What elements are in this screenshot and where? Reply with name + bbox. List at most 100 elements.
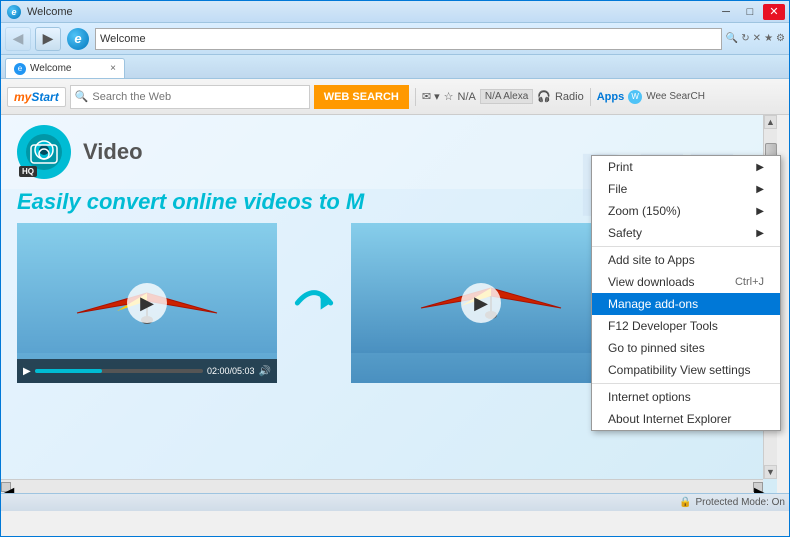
tab-bar: e Welcome × xyxy=(1,55,789,79)
toolbar-separator-2 xyxy=(590,88,591,106)
headphones-icon[interactable]: 🎧 xyxy=(537,90,551,103)
refresh-icon[interactable]: ↻ xyxy=(741,33,749,44)
menu-item-pinned-label: Go to pinned sites xyxy=(608,341,764,355)
scroll-up-button[interactable]: ▲ xyxy=(764,115,777,129)
scroll-right-button[interactable]: ▶ xyxy=(753,482,763,492)
tab-label: Welcome xyxy=(30,63,72,74)
video-label: Video xyxy=(83,139,143,165)
mystart-logo: myStart xyxy=(7,87,66,107)
menu-item-options-label: Internet options xyxy=(608,390,764,404)
mystart-my: my xyxy=(14,90,31,104)
menu-arrow-print: ▶ xyxy=(756,162,764,173)
home-icon[interactable]: ★ xyxy=(764,33,773,44)
content-wrapper: P77 HQ Video xyxy=(1,115,789,493)
arrow-graphic xyxy=(289,223,339,383)
hq-icon-container: HQ xyxy=(17,125,71,179)
status-bar-right: 🔒 Protected Mode: On xyxy=(679,497,785,508)
volume-icon[interactable]: 🔊 xyxy=(259,366,271,377)
status-zoom: 🔒 xyxy=(679,497,691,508)
menu-arrow-zoom: ▶ xyxy=(756,206,764,217)
stop-icon[interactable]: ✕ xyxy=(753,33,761,44)
progress-bar-fill-1 xyxy=(35,369,102,373)
menu-item-f12[interactable]: F12 Developer Tools xyxy=(592,315,780,337)
menu-item-f12-label: F12 Developer Tools xyxy=(608,319,764,333)
apps-label: Apps xyxy=(597,91,625,103)
search-small-icon[interactable]: 🔍 xyxy=(726,33,738,44)
nav-bar: ◀ ▶ e Welcome 🔍 ↻ ✕ ★ ⚙ xyxy=(1,23,789,55)
status-protected: Protected Mode: On xyxy=(696,497,786,508)
menu-item-safety[interactable]: Safety ▶ xyxy=(592,222,780,244)
play-button-2[interactable]: ▶ xyxy=(461,283,501,323)
menu-item-manage-addons[interactable]: Manage add-ons xyxy=(592,293,780,315)
menu-item-file-label: File xyxy=(608,182,752,196)
menu-item-zoom-label: Zoom (150%) xyxy=(608,204,752,218)
alexa-na: N/A xyxy=(485,91,501,102)
menu-item-add-site-label: Add site to Apps xyxy=(608,253,764,267)
close-button[interactable]: ✕ xyxy=(763,4,785,20)
tab-favicon-icon: e xyxy=(14,63,26,75)
menu-item-safety-label: Safety xyxy=(608,226,752,240)
time-display-1: 02:00/05:03 xyxy=(207,366,255,376)
menu-item-downloads-label: View downloads xyxy=(608,275,727,289)
search-box: 🔍 xyxy=(70,85,310,109)
window-frame: e Welcome ─ □ ✕ ◀ ▶ e Welcome 🔍 ↻ ✕ ★ ⚙ … xyxy=(0,0,790,537)
status-bar: 🔒 Protected Mode: On xyxy=(1,493,789,511)
toolbar-na-label: N/A xyxy=(458,91,476,103)
address-text: Welcome xyxy=(100,33,146,45)
menu-arrow-safety: ▶ xyxy=(756,228,764,239)
tab-close-button[interactable]: × xyxy=(110,63,116,74)
menu-item-compat[interactable]: Compatibility View settings xyxy=(592,359,780,381)
back-button[interactable]: ◀ xyxy=(5,27,31,51)
menu-item-about-label: About Internet Explorer xyxy=(608,412,764,426)
alexa-label: Alexa xyxy=(503,91,528,102)
forward-button[interactable]: ▶ xyxy=(35,27,61,51)
tab-welcome[interactable]: e Welcome × xyxy=(5,58,125,78)
weesearch-icon: W xyxy=(628,90,642,104)
scroll-down-button[interactable]: ▼ xyxy=(764,465,777,479)
radio-label: Radio xyxy=(555,91,584,103)
menu-item-pinned[interactable]: Go to pinned sites xyxy=(592,337,780,359)
toolbar-separator-1 xyxy=(415,88,416,106)
favorites-icon[interactable]: ⚙ xyxy=(776,33,785,44)
toolbar-icon-2[interactable]: ☆ xyxy=(444,90,454,103)
toolbar: myStart 🔍 WEB SEARCH ✉ ▾ ☆ N/A N/A Alexa… xyxy=(1,79,789,115)
envelope-icon[interactable]: ✉ ▾ xyxy=(422,90,440,103)
address-bar[interactable]: Welcome xyxy=(95,28,722,50)
alexa-badge: N/A Alexa xyxy=(480,89,533,104)
menu-item-print-label: Print xyxy=(608,160,752,174)
title-bar-controls: ─ □ ✕ xyxy=(715,4,785,20)
ie-brand-icon: e xyxy=(67,28,89,50)
menu-item-view-downloads[interactable]: View downloads Ctrl+J xyxy=(592,271,780,293)
menu-item-internet-options[interactable]: Internet options xyxy=(592,386,780,408)
title-bar-left: e Welcome xyxy=(5,5,73,19)
menu-shortcut-downloads: Ctrl+J xyxy=(735,276,764,288)
progress-bar-1[interactable] xyxy=(35,369,203,373)
video-controls-1: ▶ 02:00/05:03 🔊 xyxy=(17,359,277,383)
search-input[interactable] xyxy=(92,91,308,103)
arrow-svg xyxy=(289,273,339,333)
video-thumb-2[interactable]: ▶ xyxy=(351,223,611,383)
menu-item-file[interactable]: File ▶ xyxy=(592,178,780,200)
context-menu: Print ▶ File ▶ Zoom (150%) ▶ Safety ▶ Ad… xyxy=(591,155,781,431)
video-thumb-1[interactable]: ▶ ▶ 02:00/05:03 🔊 xyxy=(17,223,277,383)
weesearch-label: Wee SearCH xyxy=(646,91,705,102)
menu-item-about-ie[interactable]: About Internet Explorer xyxy=(592,408,780,430)
menu-item-compat-label: Compatibility View settings xyxy=(608,363,764,377)
menu-arrow-file: ▶ xyxy=(756,184,764,195)
weesearch-icon-inner: W xyxy=(631,92,639,101)
web-search-button[interactable]: WEB SEARCH xyxy=(314,85,409,109)
horizontal-scrollbar[interactable]: ◀ ▶ xyxy=(1,479,763,493)
menu-item-add-site[interactable]: Add site to Apps xyxy=(592,249,780,271)
hq-badge: HQ xyxy=(19,166,37,177)
minimize-button[interactable]: ─ xyxy=(715,4,737,20)
play-button-1[interactable]: ▶ xyxy=(127,283,167,323)
ie-logo-icon: e xyxy=(7,5,21,19)
menu-item-zoom[interactable]: Zoom (150%) ▶ xyxy=(592,200,780,222)
maximize-button[interactable]: □ xyxy=(739,4,761,20)
menu-item-addons-label: Manage add-ons xyxy=(608,297,764,311)
menu-separator-2 xyxy=(592,383,780,384)
menu-item-print[interactable]: Print ▶ xyxy=(592,156,780,178)
scroll-left-button[interactable]: ◀ xyxy=(1,482,11,492)
menu-separator-1 xyxy=(592,246,780,247)
play-ctrl-icon[interactable]: ▶ xyxy=(23,366,31,377)
